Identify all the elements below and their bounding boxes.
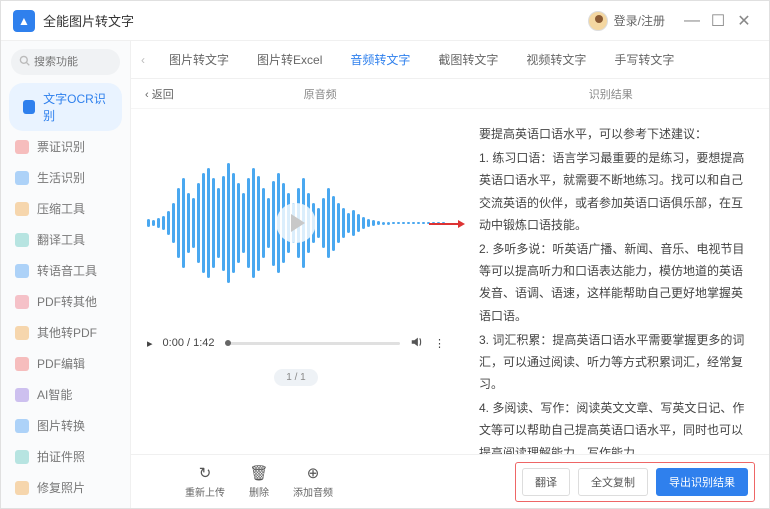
- sidebar-item-ticket[interactable]: 票证识别: [1, 131, 130, 162]
- ocr-icon: [23, 100, 35, 114]
- export-button[interactable]: 导出识别结果: [656, 468, 748, 496]
- action-label: 重新上传: [185, 484, 225, 499]
- sidebar-item-label: 压缩工具: [37, 200, 85, 217]
- life-icon: [15, 171, 29, 185]
- sidebar-item-label: 票证识别: [37, 138, 85, 155]
- sidebar-item-label: AI智能: [37, 386, 72, 403]
- pdf-to-icon: [15, 295, 29, 309]
- result-item: 1. 练习口语：语言学习最重要的是练习，要想提高英语口语水平，就需要不断地练习。…: [479, 147, 753, 236]
- sidebar-item-label: 拍证件照: [37, 448, 85, 465]
- tab-image-text[interactable]: 图片转文字: [155, 51, 243, 68]
- sidebar-item-ocr[interactable]: 文字OCR识别: [9, 83, 122, 131]
- result-intro: 要提高英语口语水平，可以参考下述建议：: [479, 123, 753, 145]
- play-button[interactable]: [276, 203, 316, 243]
- repair-icon: [15, 481, 29, 495]
- sidebar-item-label: 图片转换: [37, 417, 85, 434]
- sidebar-item-label: PDF编辑: [37, 355, 85, 372]
- subheader: ‹ 返回 原音频 识别结果: [131, 79, 769, 109]
- sidebar-item-id-photo[interactable]: 拍证件照: [1, 441, 130, 472]
- login-link[interactable]: 登录/注册: [614, 12, 665, 29]
- sidebar-item-label: 修复照片: [37, 479, 85, 496]
- tab-image-excel[interactable]: 图片转Excel: [243, 51, 336, 68]
- time-label: 0:00 / 1:42: [163, 337, 215, 349]
- app-title: 全能图片转文字: [43, 11, 134, 30]
- app-logo: ▲: [13, 10, 35, 32]
- tabs-prev-icon[interactable]: ‹: [141, 53, 145, 67]
- seek-track[interactable]: [225, 342, 400, 345]
- compress-icon: [15, 202, 29, 216]
- result-item: 3. 词汇积累：提高英语口语水平需要掌握更多的词汇，可以通过阅读、听力等方式积累…: [479, 329, 753, 396]
- add-audio-button[interactable]: ⊕ 添加音频: [293, 464, 333, 499]
- sidebar-item-label: 其他转PDF: [37, 324, 97, 341]
- footer: ↻ 重新上传 🗑 删除 ⊕ 添加音频 翻译 全文复制 导出识别结果: [131, 454, 769, 508]
- translate-icon: [15, 233, 29, 247]
- sidebar-item-tts[interactable]: 转语音工具: [1, 255, 130, 286]
- action-label: 删除: [249, 484, 269, 499]
- tab-screenshot-text[interactable]: 截图转文字: [424, 51, 512, 68]
- sidebar-item-label: PDF转其他: [37, 293, 97, 310]
- sidebar-item-to-pdf[interactable]: 其他转PDF: [1, 317, 130, 348]
- sidebar-item-translate[interactable]: 翻译工具: [1, 224, 130, 255]
- search-box[interactable]: [11, 49, 120, 75]
- subtitle-original: 原音频: [174, 86, 467, 102]
- tab-video-text[interactable]: 视频转文字: [512, 51, 600, 68]
- sidebar-item-repair[interactable]: 修复照片: [1, 472, 130, 500]
- tab-audio-text[interactable]: 音频转文字: [336, 51, 424, 68]
- avatar-icon[interactable]: [588, 11, 608, 31]
- pdf-edit-icon: [15, 357, 29, 371]
- image-convert-icon: [15, 419, 29, 433]
- to-pdf-icon: [15, 326, 29, 340]
- sidebar-item-label: 翻译工具: [37, 231, 85, 248]
- sidebar-item-life[interactable]: 生活识别: [1, 162, 130, 193]
- translate-button[interactable]: 翻译: [522, 468, 570, 496]
- waveform: [147, 123, 445, 323]
- subtitle-result: 识别结果: [467, 86, 755, 102]
- tabs: ‹ 图片转文字 图片转Excel 音频转文字 截图转文字 视频转文字 手写转文字: [131, 41, 769, 79]
- reload-icon: ↻: [199, 464, 212, 482]
- button-group-highlight: 翻译 全文复制 导出识别结果: [515, 462, 755, 502]
- sidebar-item-pdf-to[interactable]: PDF转其他: [1, 286, 130, 317]
- audio-controls: ▸ 0:00 / 1:42 ⋮: [147, 323, 445, 363]
- sidebar-item-label: 生活识别: [37, 169, 85, 186]
- copy-all-button[interactable]: 全文复制: [578, 468, 648, 496]
- pager-label: 1 / 1: [274, 369, 317, 386]
- result-item: 2. 多听多说：听英语广播、新闻、音乐、电视节目等可以提高听力和口语表达能力，模…: [479, 238, 753, 327]
- sidebar-item-compress[interactable]: 压缩工具: [1, 193, 130, 224]
- back-label: 返回: [152, 89, 174, 101]
- search-icon: [19, 53, 30, 71]
- sidebar-item-image-convert[interactable]: 图片转换: [1, 410, 130, 441]
- sidebar: 文字OCR识别 票证识别 生活识别 压缩工具 翻译工具 转语音工具 PDF转其他…: [1, 41, 131, 508]
- reupload-button[interactable]: ↻ 重新上传: [185, 464, 225, 499]
- result-item: 4. 多阅读、写作：阅读英文文章、写英文日记、作文等可以帮助自己提高英语口语水平…: [479, 397, 753, 454]
- minimize-button[interactable]: —: [679, 8, 705, 34]
- maximize-button[interactable]: ☐: [705, 8, 731, 34]
- result-panel: 要提高英语口语水平，可以参考下述建议： 1. 练习口语：语言学习最重要的是练习，…: [461, 109, 769, 454]
- id-photo-icon: [15, 450, 29, 464]
- sidebar-item-label: 转语音工具: [37, 262, 97, 279]
- tab-handwriting-text[interactable]: 手写转文字: [600, 51, 688, 68]
- ai-icon: [15, 388, 29, 402]
- more-icon[interactable]: ⋮: [434, 337, 445, 350]
- search-input[interactable]: [34, 56, 112, 68]
- sidebar-item-pdf-edit[interactable]: PDF编辑: [1, 348, 130, 379]
- volume-icon[interactable]: [410, 335, 424, 352]
- play-pause-icon[interactable]: ▸: [147, 337, 153, 350]
- close-button[interactable]: ✕: [731, 8, 757, 34]
- arrow-annotation: [429, 223, 463, 225]
- plus-icon: ⊕: [307, 464, 320, 482]
- audio-panel: ▸ 0:00 / 1:42 ⋮ 1 / 1: [131, 109, 461, 454]
- back-button[interactable]: ‹ 返回: [145, 86, 174, 102]
- titlebar: ▲ 全能图片转文字 登录/注册 — ☐ ✕: [1, 1, 769, 41]
- tts-icon: [15, 264, 29, 278]
- ticket-icon: [15, 140, 29, 154]
- action-label: 添加音频: [293, 484, 333, 499]
- pager: 1 / 1: [147, 369, 445, 386]
- sidebar-item-label: 文字OCR识别: [43, 90, 108, 124]
- trash-icon: 🗑: [249, 464, 268, 482]
- delete-button[interactable]: 🗑 删除: [249, 464, 269, 499]
- sidebar-item-ai[interactable]: AI智能: [1, 379, 130, 410]
